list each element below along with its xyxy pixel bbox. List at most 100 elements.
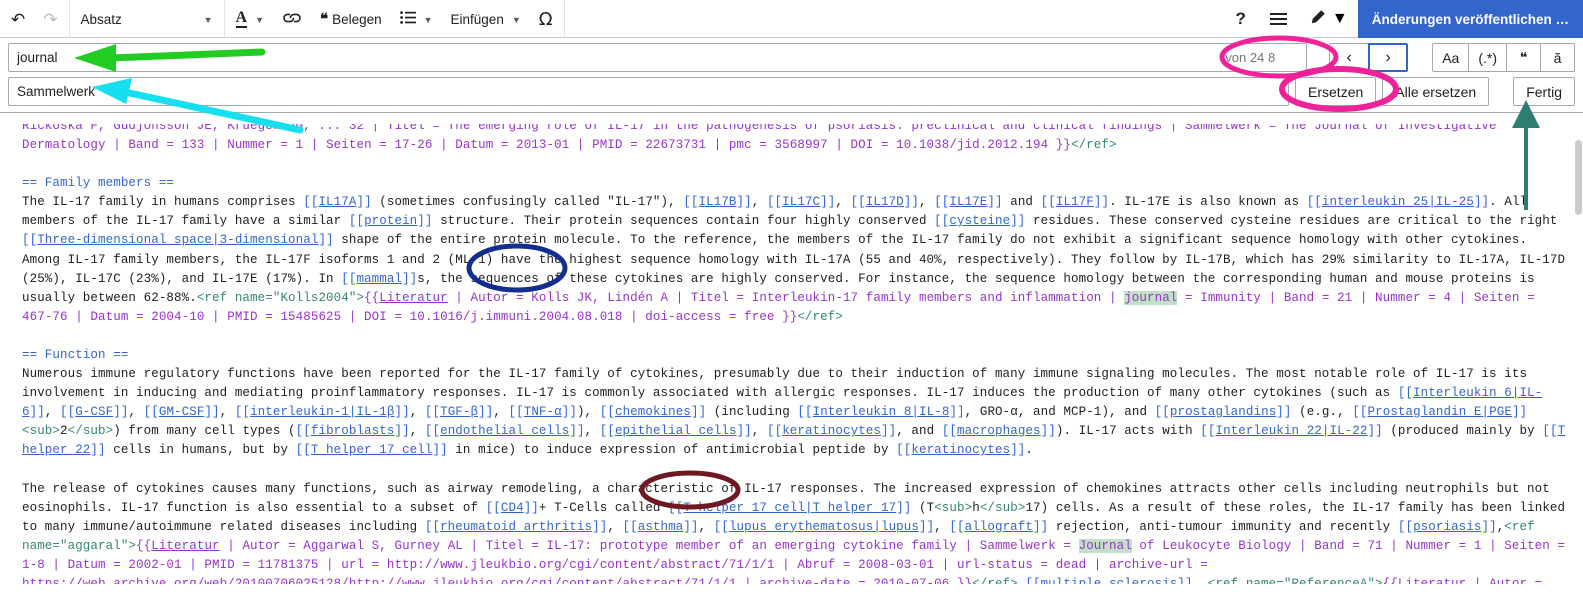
wikilink-token: [[IL17E]] [934, 195, 1003, 210]
plain-text-token: (T [911, 500, 935, 515]
wikilink-token: [[G-CSF]] [60, 405, 129, 420]
replace-button[interactable]: Ersetzen [1295, 77, 1377, 106]
plain-text-token: , [919, 195, 935, 210]
vertical-scrollbar[interactable] [1574, 140, 1583, 596]
text-style-button[interactable]: A ▼ [227, 3, 273, 35]
wikilink-token: [[IL17D]] [850, 195, 919, 210]
plain-text-token: , [409, 405, 425, 420]
wikilink-token: [[prostaglandins]] [1154, 405, 1292, 420]
plain-text-token: (produced mainly by [1382, 424, 1543, 439]
scrollbar-thumb[interactable] [1575, 140, 1582, 215]
plain-text-token: rejection, anti-tumour immunity and rece… [1048, 519, 1398, 534]
search-input[interactable] [8, 43, 1308, 72]
previous-match-button[interactable]: ‹ [1329, 43, 1370, 72]
replace-all-button[interactable]: Alle ersetzen [1382, 77, 1490, 106]
editor-toolbar: ↶ ↷ Absatz ▼ A ▼ ❝ Belegen ▼ Einfügen ▼ … [0, 0, 1583, 38]
wikilink-token: [[fibroblasts]] [295, 424, 410, 439]
html-tag-token: <ref name="Kolls2004"> [196, 290, 365, 305]
page-options-button[interactable] [1258, 13, 1299, 25]
pencil-icon [1309, 9, 1326, 30]
wikilink-token: [[IL17C]] [766, 195, 836, 210]
find-nav-group: ‹ › [1329, 43, 1409, 72]
cite-button[interactable]: ❝ Belegen [311, 3, 391, 35]
regex-toggle[interactable]: (.*) [1468, 43, 1507, 72]
find-row: 8 von 24 ‹ › Aa (.*) ❝ ã [8, 43, 1575, 72]
text-style-a-icon: A [235, 9, 248, 29]
whole-word-toggle[interactable]: ❝ [1506, 43, 1541, 72]
plain-text-token: , GRO-α, and MCP-1), and [964, 405, 1155, 420]
done-button[interactable]: Fertig [1513, 77, 1575, 106]
edit-mode-switch[interactable]: ▼ [1299, 9, 1358, 30]
publish-changes-button[interactable]: Änderungen veröffentlichen … [1357, 0, 1583, 38]
redo-button[interactable]: ↷ [34, 3, 66, 35]
undo-button[interactable]: ↶ [2, 3, 34, 35]
plain-text-token: ). IL-17 acts with [1055, 424, 1201, 439]
heading-family-members: == Family members == [22, 176, 175, 191]
wikilink-token: [[endothelial cells]] [424, 424, 585, 439]
wikilink-token: [[keratinocytes]] [766, 424, 897, 439]
html-tag-token: </sub> [67, 424, 114, 439]
wikilink-token: [[lupus erythematosus|lupus]] [713, 519, 935, 534]
wikilink-token: [[protein]] [348, 214, 433, 229]
html-tag-token: </ref> [797, 309, 843, 324]
plain-text-token: in mice) to induce expression of antimic… [447, 443, 897, 458]
text-style-group: A ▼ ❝ Belegen ▼ Einfügen ▼ Ω [225, 0, 565, 38]
wikilink-token: [[Interleukin 22|IL-22]] [1200, 424, 1383, 439]
help-button[interactable]: ? [1223, 9, 1257, 29]
wikilink-token: [[keratinocytes]] [896, 443, 1026, 458]
wikilink-token: [[rheumatoid arthritis]] [424, 519, 608, 534]
plain-text-token: ) from many cell types ( [113, 424, 296, 439]
link-icon [282, 11, 302, 28]
wikilink-token: [[multiple sclerosis]] [1025, 576, 1193, 584]
plain-text-token: ), [576, 405, 600, 420]
chevron-down-icon: ▼ [203, 15, 213, 25]
top-clip-mask [0, 113, 1583, 124]
insert-menu-button[interactable]: Einfügen ▼ [442, 3, 530, 35]
template-token: | Autor = Kolls JK, Lindén A | Titel = I… [447, 290, 1125, 305]
template-token: | Autor = Aggarwal S, Gurney AL | Titel … [219, 538, 1079, 553]
plain-text-token: residues. These conserved cysteine resid… [1025, 214, 1558, 229]
list-structure-button[interactable]: ▼ [391, 3, 442, 35]
template-token: {{ [364, 290, 380, 305]
toolbar-right-group: ? ▼ Änderungen veröffentlichen … [1223, 0, 1583, 38]
template-name-token: Literatur [379, 290, 448, 305]
list-icon [399, 11, 416, 27]
paragraph-style-dropdown[interactable]: Absatz ▼ [72, 3, 222, 35]
html-tag-token: </sub> [979, 500, 1026, 515]
plain-text-token: . [1025, 443, 1034, 458]
paragraph-format-group: Absatz ▼ [70, 0, 225, 38]
next-match-button[interactable]: › [1368, 43, 1409, 72]
redo-icon: ↷ [43, 9, 58, 29]
wikilink-token: [[interleukin-1|IL-1β]] [234, 405, 410, 420]
paragraph-style-label: Absatz [80, 11, 122, 27]
match-counter: 8 von 24 [1225, 50, 1285, 65]
wikitext-editor-surface[interactable]: Rickoska F, Gudjonsson JE, Krueger JG, .… [0, 113, 1583, 584]
paragraph-family-members: The IL-17 family in humans comprises [[I… [22, 193, 1569, 327]
wikilink-token: [[allograft]] [949, 519, 1049, 534]
wikilink-token: [[TGF-β]] [424, 405, 494, 420]
quote-icon: ❝ [319, 11, 328, 28]
special-character-button[interactable]: Ω [530, 3, 562, 35]
wikilink-token: [[Interleukin 8|IL-8]] [797, 405, 965, 420]
plain-text-token: . IL-17E is also known as [1109, 195, 1307, 210]
plain-text-token: and [1002, 195, 1041, 210]
template-token: {{ [136, 538, 152, 553]
insert-link-button[interactable] [273, 3, 311, 35]
plain-text-token: Numerous immune regulatory functions hav… [22, 367, 1528, 401]
heading-function: == Function == [22, 347, 129, 362]
editor-window: ↶ ↷ Absatz ▼ A ▼ ❝ Belegen ▼ Einfügen ▼ … [0, 0, 1583, 596]
wikilink-token: [[macrophages]] [941, 424, 1056, 439]
replace-input[interactable] [8, 77, 1290, 106]
plain-text-token: , and [896, 424, 942, 439]
find-replace-bar: 8 von 24 ‹ › Aa (.*) ❝ ã Ersetzen Alle e… [0, 38, 1583, 113]
wikilink-token: [[Three-dimensional space|3-dimensional]… [22, 233, 334, 248]
insert-label: Einfügen [450, 11, 504, 27]
plain-text-token: , [409, 424, 425, 439]
match-case-toggle[interactable]: Aa [1432, 43, 1470, 72]
plain-text-token: cells in humans, but by [105, 443, 296, 458]
diacritics-toggle[interactable]: ã [1540, 43, 1575, 72]
plain-text-token: , [835, 195, 851, 210]
wikilink-token: [[TNF-α]] [508, 405, 577, 420]
wikilink-token: [[epithelial cells]] [599, 424, 752, 439]
